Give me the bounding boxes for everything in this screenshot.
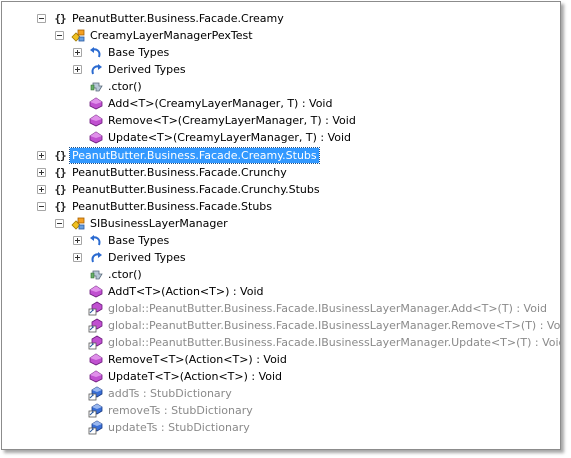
tree-node-label[interactable]: Derived Types (106, 62, 188, 77)
collapse-toggle[interactable] (55, 31, 64, 40)
collapse-toggle[interactable] (37, 14, 46, 23)
field-icon (88, 386, 104, 401)
tree-node-label[interactable]: PeanutButter.Business.Facade.Stubs (70, 199, 274, 214)
derived-types-icon (88, 62, 104, 77)
tree-node-label[interactable]: .ctor() (106, 79, 144, 94)
tree-node-label[interactable]: .ctor() (106, 267, 144, 282)
expand-toggle[interactable] (37, 185, 46, 194)
expand-toggle[interactable] (37, 151, 46, 160)
tree-node-label[interactable]: global::PeanutButter.Business.Facade.IBu… (106, 301, 549, 316)
braces-icon: {} (54, 12, 66, 25)
tree-node-label[interactable]: PeanutButter.Business.Facade.Crunchy.Stu… (70, 182, 322, 197)
tree-node-label[interactable]: Derived Types (106, 250, 188, 265)
tree-node-label[interactable]: global::PeanutButter.Business.Facade.IBu… (106, 335, 560, 350)
tree-node-label[interactable]: Add<T>(CreamyLayerManager, T) : Void (106, 96, 334, 111)
expand-toggle[interactable] (37, 168, 46, 177)
method-icon (88, 130, 104, 145)
braces-icon: {} (54, 149, 66, 162)
tree-node-label[interactable]: AddT<T>(Action<T>) : Void (106, 284, 266, 299)
expand-toggle[interactable] (73, 253, 82, 262)
tree-node-label[interactable]: SIBusinessLayerManager (88, 216, 230, 231)
tree-node-label[interactable]: UpdateT<T>(Action<T>) : Void (106, 369, 284, 384)
tree-node-label[interactable]: CreamyLayerManagerPexTest (88, 28, 255, 43)
collapse-toggle[interactable] (37, 202, 46, 211)
explicit-method-icon (88, 335, 104, 350)
method-icon (88, 113, 104, 128)
explicit-method-icon (88, 318, 104, 333)
method-icon (88, 369, 104, 384)
tree-node-label[interactable]: updateTs : StubDictionary (106, 420, 252, 435)
tree-view-panel: {} PeanutButter.Business.Facade.Creamy C… (1, 1, 561, 450)
tree-node-label[interactable]: Base Types (106, 45, 171, 60)
constructor-icon (88, 267, 104, 282)
tree-node-label[interactable]: Base Types (106, 233, 171, 248)
base-types-icon (88, 233, 104, 248)
tree-node-label[interactable]: Remove<T>(CreamyLayerManager, T) : Void (106, 113, 358, 128)
derived-types-icon (88, 250, 104, 265)
tree-node-label[interactable]: RemoveT<T>(Action<T>) : Void (106, 352, 289, 367)
tree-node-label[interactable]: Update<T>(CreamyLayerManager, T) : Void (106, 130, 353, 145)
braces-icon: {} (54, 166, 66, 179)
method-icon (88, 96, 104, 111)
explicit-method-icon (88, 301, 104, 316)
tree-node-label[interactable]: addTs : StubDictionary (106, 386, 234, 401)
expand-toggle[interactable] (73, 236, 82, 245)
constructor-icon (88, 79, 104, 94)
expand-toggle[interactable] (73, 65, 82, 74)
braces-icon: {} (54, 200, 66, 213)
tree-node-label[interactable]: global::PeanutButter.Business.Facade.IBu… (106, 318, 560, 333)
collapse-toggle[interactable] (55, 219, 64, 228)
tree-node-label[interactable]: removeTs : StubDictionary (106, 403, 255, 418)
field-icon (88, 420, 104, 435)
tree-node-label-selected[interactable]: PeanutButter.Business.Facade.Creamy.Stub… (69, 147, 320, 164)
field-icon (88, 403, 104, 418)
tree-node-label[interactable]: PeanutButter.Business.Facade.Crunchy (70, 165, 289, 180)
class-icon (70, 216, 86, 231)
class-icon (70, 28, 86, 43)
method-icon (88, 284, 104, 299)
method-icon (88, 352, 104, 367)
tree-node-label[interactable]: PeanutButter.Business.Facade.Creamy (70, 11, 286, 26)
base-types-icon (88, 45, 104, 60)
expand-toggle[interactable] (73, 48, 82, 57)
braces-icon: {} (54, 183, 66, 196)
